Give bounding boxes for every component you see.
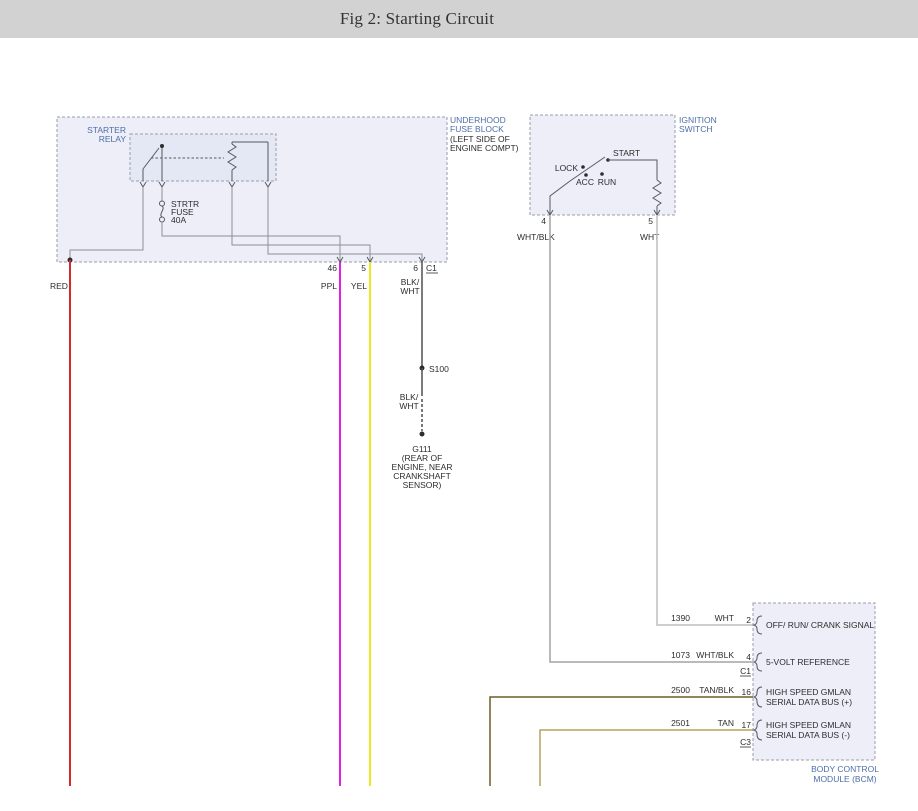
wire-ppl: PPL	[321, 262, 340, 786]
switch-position-label: ACC	[576, 177, 594, 187]
bcm-wire-color: TAN/BLK	[699, 685, 734, 695]
bcm-pin-number: 17	[742, 720, 752, 730]
wire-tan-blk	[490, 697, 753, 786]
switch-position-label: RUN	[598, 177, 616, 187]
bcm-pin-desc: 5-VOLT REFERENCE	[766, 657, 850, 667]
bcm-circuit-number: 1390	[671, 613, 690, 623]
wire-color-label: WHT	[400, 286, 419, 296]
wire-tan	[540, 730, 753, 786]
ignition-switch: IGNITION SWITCH LOCK ACC RUN START 4 5 W…	[517, 115, 717, 242]
body-control-module: 1390 WHT 2 OFF/ RUN/ CRANK SIGNAL 1073 W…	[671, 603, 879, 784]
switch-contact-dot	[584, 173, 588, 177]
connector-label: C1	[426, 263, 437, 273]
ignition-switch-name: SWITCH	[679, 124, 713, 134]
bcm-circuit-number: 1073	[671, 650, 690, 660]
fuse-block-location: ENGINE COMPT)	[450, 143, 519, 153]
bcm-pin-desc: SERIAL DATA BUS (-)	[766, 730, 850, 740]
wire-color-label: WHT	[399, 401, 418, 411]
relay-contact-dot	[160, 144, 164, 148]
bcm-wire-color: WHT/BLK	[696, 650, 734, 660]
bcm-pin-desc: HIGH SPEED GMLAN	[766, 720, 851, 730]
underhood-fuse-block: UNDERHOOD FUSE BLOCK (LEFT SIDE OF ENGIN…	[57, 115, 519, 273]
switch-contact-dot	[600, 172, 604, 176]
wire-wht-blk	[550, 215, 753, 662]
pin-number: 5	[361, 263, 366, 273]
tan-wire-line	[540, 730, 753, 786]
bcm-connector-label: C1	[740, 666, 751, 676]
bcm-wire-color: TAN	[718, 718, 734, 728]
bcm-pin-number: 16	[742, 687, 752, 697]
wht-blk-wire-line	[550, 215, 753, 662]
fuse-label: 40A	[171, 215, 186, 225]
wht-wire-line	[657, 215, 753, 625]
bcm-circuit-number: 2500	[671, 685, 690, 695]
bcm-pin-desc: HIGH SPEED GMLAN	[766, 687, 851, 697]
bcm-wire-color: WHT	[715, 613, 734, 623]
wire-red: RED	[50, 258, 73, 787]
pin-number: 6	[413, 263, 418, 273]
pin-number: 46	[328, 263, 338, 273]
ground-location: SENSOR)	[403, 480, 442, 490]
wire-wht	[657, 215, 753, 625]
bcm-name: BODY CONTROL	[811, 764, 879, 774]
bcm-pin-desc: SERIAL DATA BUS (+)	[766, 697, 852, 707]
ground-path-blk-wht: BLK/ WHT S100 BLK/ WHT G111 (REAR OF ENG…	[392, 262, 453, 490]
wire-color-label: YEL	[351, 281, 367, 291]
bcm-circuit-number: 2501	[671, 718, 690, 728]
pin-number: 4	[541, 216, 546, 226]
pin-number: 5	[648, 216, 653, 226]
switch-contact-dot	[581, 165, 585, 169]
tan-blk-wire-line	[490, 697, 753, 786]
bcm-pin-number: 4	[746, 652, 751, 662]
wire-color-label: PPL	[321, 281, 337, 291]
bcm-connector-label: C3	[740, 737, 751, 747]
wire-yel: YEL	[351, 262, 370, 786]
bcm-name: MODULE (BCM)	[813, 774, 876, 784]
bcm-pin-number: 2	[746, 615, 751, 625]
switch-position-label: LOCK	[555, 163, 578, 173]
ignition-switch-outline	[530, 115, 675, 215]
switch-position-label: START	[613, 148, 640, 158]
starter-relay-label: RELAY	[99, 134, 127, 144]
ground-g111-dot	[420, 432, 425, 437]
splice-label: S100	[429, 364, 449, 374]
fuse-block-name: FUSE BLOCK	[450, 124, 504, 134]
bcm-pin-desc: OFF/ RUN/ CRANK SIGNAL	[766, 620, 874, 630]
starting-circuit-diagram: UNDERHOOD FUSE BLOCK (LEFT SIDE OF ENGIN…	[0, 0, 918, 811]
wire-color-label: RED	[50, 281, 68, 291]
